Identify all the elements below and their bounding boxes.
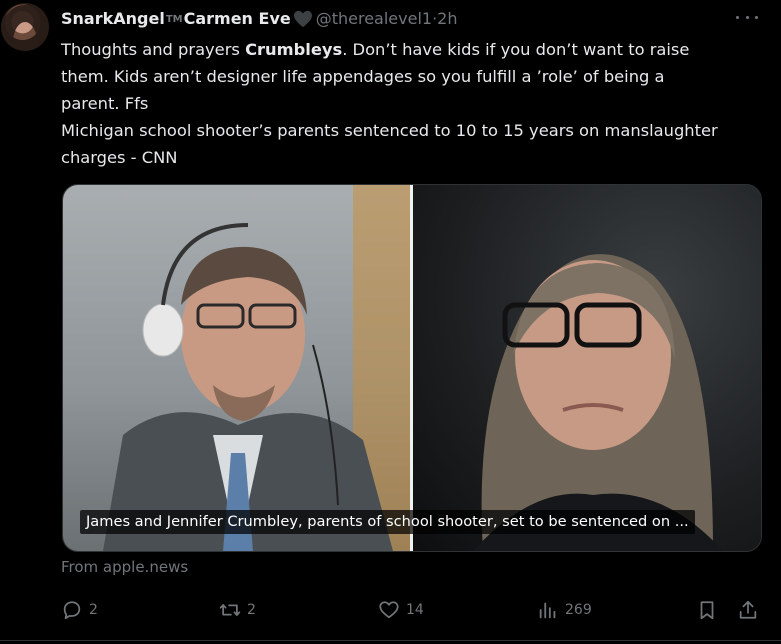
share-button[interactable] [737,596,765,624]
bookmark-button[interactable] [696,596,724,624]
repost-count: 2 [247,602,256,618]
woman-portrait-illustration [473,254,723,551]
reply-count: 2 [89,602,98,618]
photo-man [63,185,410,551]
repost-icon [219,604,241,616]
share-icon [739,600,757,619]
more-dot [755,15,758,19]
hashtag-crumbleys: Crumbleys [245,40,343,59]
man-portrait-illustration [103,185,410,551]
like-button[interactable]: 14 [378,596,424,624]
tweet[interactable]: SnarkAngel TM Carmen Eve @therealevel1 ·… [0,0,781,644]
user-handle[interactable]: @therealevel1 [316,9,432,28]
heart-icon [379,601,399,619]
trademark-mark: TM [165,13,183,25]
media-caption: James and Jennifer Crumbley, parents of … [80,510,695,534]
display-name-secondary[interactable]: Carmen Eve [184,9,291,28]
tweet-text-line: them. Kids aren’t designer life appendag… [61,67,665,86]
tweet-text: Thoughts and prayers Crumbleys. Don’t ha… [61,36,766,171]
divider [0,640,781,641]
timestamp[interactable]: 2h [437,9,457,28]
views-count: 269 [565,602,592,618]
display-name[interactable]: SnarkAngel [61,9,165,28]
photo-woman [413,185,761,551]
tweet-text-line: Thoughts and prayers Crumbleys. Don’t ha… [61,40,690,59]
more-dot [736,15,739,19]
bookmark-icon [700,601,714,620]
source-link[interactable]: From apple.news [61,558,188,576]
repost-button[interactable]: 2 [219,596,256,624]
black-heart-icon [293,10,312,28]
views-button[interactable]: 269 [537,596,592,624]
more-dot [745,15,749,19]
tweet-text-line: parent. Ffs [61,94,149,113]
avatar-image [3,5,47,49]
more-options-icon[interactable] [736,8,758,26]
avatar[interactable] [1,3,49,51]
reply-button[interactable]: 2 [61,596,98,624]
like-count: 14 [406,602,424,618]
tweet-header: SnarkAngel TM Carmen Eve @therealevel1 ·… [61,6,458,30]
tweet-text-line: Michigan school shooter’s parents senten… [61,121,718,140]
views-chart-icon [539,602,556,619]
tweet-text-line: charges - CNN [61,148,178,167]
link-card-media[interactable]: James and Jennifer Crumbley, parents of … [62,184,762,552]
action-bar: 2 2 14 269 [61,596,761,624]
reply-icon [63,601,81,620]
